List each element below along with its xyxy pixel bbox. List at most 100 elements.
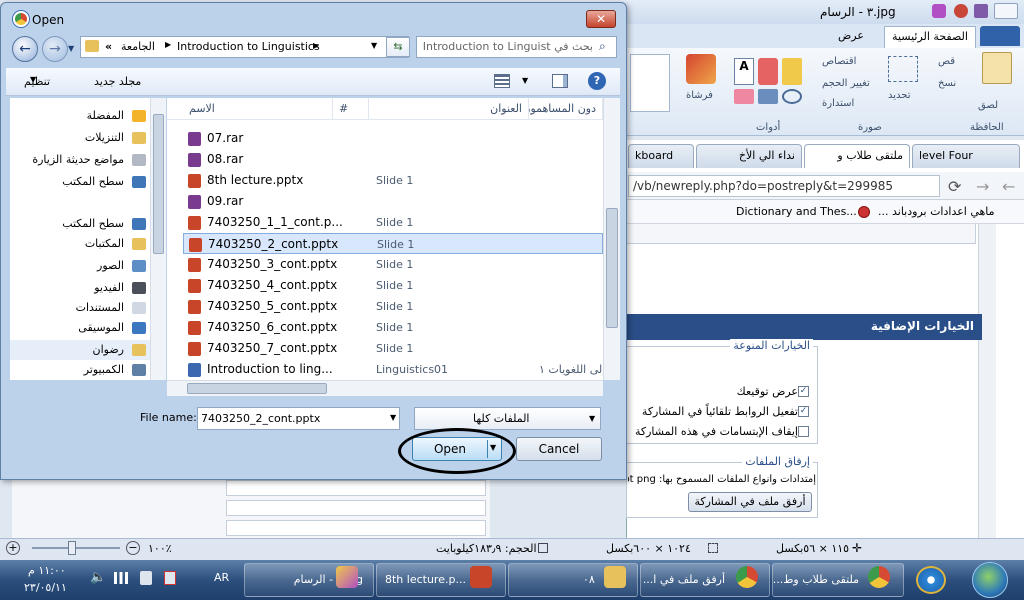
file-row[interactable]: 7403250_4_cont.pptx Slide 1 — [183, 275, 603, 296]
file-row[interactable]: 7403250_5_cont.pptx Slide 1 — [183, 296, 603, 317]
breadcrumb-overflow[interactable]: « — [105, 40, 112, 53]
column-number[interactable]: # — [333, 98, 369, 120]
file-row[interactable]: 08.rar — [183, 149, 603, 170]
zoom-in-icon[interactable]: + — [6, 541, 20, 555]
back-button[interactable]: ← — [12, 36, 38, 62]
zoom-out-icon[interactable]: − — [126, 541, 140, 555]
network-icon[interactable] — [114, 572, 128, 584]
bookmark-dictionary[interactable]: Dictionary and Thes... — [736, 205, 857, 218]
nav-item[interactable]: الموسيقى — [10, 318, 150, 338]
color-picker-icon[interactable] — [758, 89, 778, 104]
breadcrumb-university[interactable]: الجامعة — [121, 40, 155, 53]
column-name[interactable]: الاسم — [183, 98, 333, 120]
hscroll-thumb[interactable] — [187, 383, 327, 394]
action-center-icon[interactable] — [164, 571, 176, 585]
new-folder-button[interactable]: مجلد جديد — [94, 75, 141, 88]
nav-item[interactable]: سطح المكتب — [10, 172, 150, 192]
column-title[interactable]: العنوان — [369, 98, 529, 120]
paint-tab-view[interactable]: عرض — [838, 29, 864, 42]
nav-item[interactable]: الفيديو — [10, 278, 150, 298]
recent-dropdown-icon[interactable]: ▼ — [68, 44, 74, 53]
nav-item[interactable]: الصور — [10, 256, 150, 276]
file-row[interactable]: 8th lecture.pptx Slide 1 — [183, 170, 603, 191]
nav-item[interactable]: رضوان — [10, 340, 150, 360]
clock-time[interactable]: ١١:٠٠ م — [28, 564, 66, 577]
chevron-right-icon[interactable]: ▶ — [165, 40, 171, 49]
power-icon[interactable] — [140, 571, 152, 585]
rotate-label[interactable]: استدارة — [822, 98, 854, 109]
chevron-right-icon[interactable]: ▶ — [313, 41, 319, 50]
forward-button[interactable]: → — [42, 36, 68, 62]
file-row[interactable]: 7403250_1_1_cont.p... Slide 1 — [183, 212, 603, 233]
organize-button[interactable]: تنظيم — [24, 75, 50, 88]
paint-tab-home[interactable]: الصفحة الرئيسية — [884, 26, 976, 48]
paint-caption-button[interactable] — [994, 3, 1018, 19]
file-list-scrollbar[interactable] — [603, 98, 620, 380]
browser-tab-forum[interactable]: ملتقى طلاب و — [804, 144, 910, 168]
internet-explorer-icon[interactable] — [916, 566, 946, 594]
breadcrumb-current[interactable]: Introduction to Linguistics — [177, 40, 320, 53]
select-label[interactable]: تحديد — [888, 90, 911, 101]
file-row[interactable]: Introduction to ling... Linguistics01 إلى … — [183, 359, 605, 380]
brushes-label[interactable]: فرشاة — [686, 90, 713, 101]
bookmark-broadband[interactable]: ماهي اعدادات برودباند ... — [878, 205, 995, 218]
cut-label[interactable]: قص — [938, 56, 955, 67]
cancel-button[interactable]: Cancel — [516, 437, 602, 461]
eraser-tool-icon[interactable] — [734, 89, 754, 104]
fill-tool-icon[interactable] — [758, 58, 778, 85]
file-row[interactable]: 7403250_3_cont.pptx Slide 1 — [183, 254, 603, 275]
save-icon[interactable] — [974, 4, 988, 18]
file-type-dropdown-icon[interactable]: ▼ — [589, 414, 595, 423]
breadcrumb[interactable]: « الجامعة ▶ Introduction to Linguistics … — [80, 36, 409, 58]
magnifier-icon[interactable] — [782, 89, 802, 104]
attach-file-button[interactable]: أرفق ملف في المشاركة — [688, 492, 812, 512]
nav-item[interactable]: المفضلة — [10, 106, 150, 126]
checkbox-show-signature[interactable]: ✓ — [798, 386, 809, 397]
nav-item[interactable]: مواضع حديثة الزيارة — [10, 150, 150, 170]
file-list-hscrollbar[interactable] — [167, 380, 603, 396]
file-row[interactable]: 7403250_6_cont.pptx Slide 1 — [183, 317, 603, 338]
clock-date[interactable]: ٢٣/٠٥/١١ — [24, 581, 67, 594]
paste-icon[interactable] — [982, 52, 1012, 84]
file-row[interactable]: 7403250_7_cont.pptx Slide 1 — [183, 338, 603, 359]
browser-tab-call[interactable]: نداء الي الأخ — [696, 144, 802, 168]
file-type-select[interactable]: الملفات كلها ▼ — [414, 407, 601, 430]
forward-icon[interactable]: → — [976, 177, 989, 196]
zoom-slider-thumb[interactable] — [68, 541, 76, 555]
column-contributors[interactable]: دون المساهمون — [529, 98, 603, 120]
checkbox-disable-smilies[interactable] — [798, 426, 809, 437]
browser-tab-blackboard[interactable]: kboard — [628, 144, 694, 168]
back-icon[interactable]: ← — [1002, 177, 1015, 196]
close-button[interactable]: ✕ — [586, 10, 616, 28]
volume-icon[interactable]: 🔈 — [90, 570, 106, 585]
scroll-thumb[interactable] — [606, 208, 618, 328]
brushes-icon[interactable] — [686, 54, 716, 84]
checkbox-auto-links[interactable]: ✓ — [798, 406, 809, 417]
select-icon[interactable] — [888, 56, 918, 82]
file-name-dropdown-icon[interactable]: ▼ — [390, 413, 396, 422]
text-tool-icon[interactable]: A — [734, 58, 754, 85]
language-indicator[interactable]: AR — [214, 571, 229, 584]
nav-item[interactable]: المستندات — [10, 298, 150, 318]
copy-label[interactable]: نسخ — [938, 78, 956, 89]
nav-item[interactable]: المكتبات — [10, 234, 150, 254]
navigation-scrollbar[interactable] — [150, 98, 166, 380]
file-row[interactable]: 07.rar — [183, 128, 603, 149]
pencil-tool-icon[interactable] — [782, 58, 802, 85]
zoom-slider[interactable] — [32, 547, 120, 549]
scroll-thumb[interactable] — [153, 114, 164, 254]
preview-pane-icon[interactable] — [552, 74, 568, 88]
nav-item[interactable]: التنزيلات — [10, 128, 150, 148]
view-icon[interactable] — [494, 74, 510, 88]
redo-icon[interactable] — [954, 4, 968, 18]
help-icon[interactable]: ? — [588, 72, 606, 90]
nav-item[interactable]: الكمبيوتر — [10, 360, 150, 380]
start-button[interactable] — [972, 562, 1008, 598]
nav-item[interactable]: سطح المكتب — [10, 214, 150, 234]
search-icon[interactable]: ⌕ — [599, 39, 606, 54]
browser-scrollbar[interactable] — [978, 224, 996, 540]
browser-tab-level-four[interactable]: level Four — [912, 144, 1020, 168]
paint-app-menu-button[interactable] — [980, 26, 1020, 46]
file-name-input[interactable]: 7403250_2_cont.pptx — [197, 407, 400, 430]
paint-menu-icon[interactable] — [932, 4, 946, 18]
